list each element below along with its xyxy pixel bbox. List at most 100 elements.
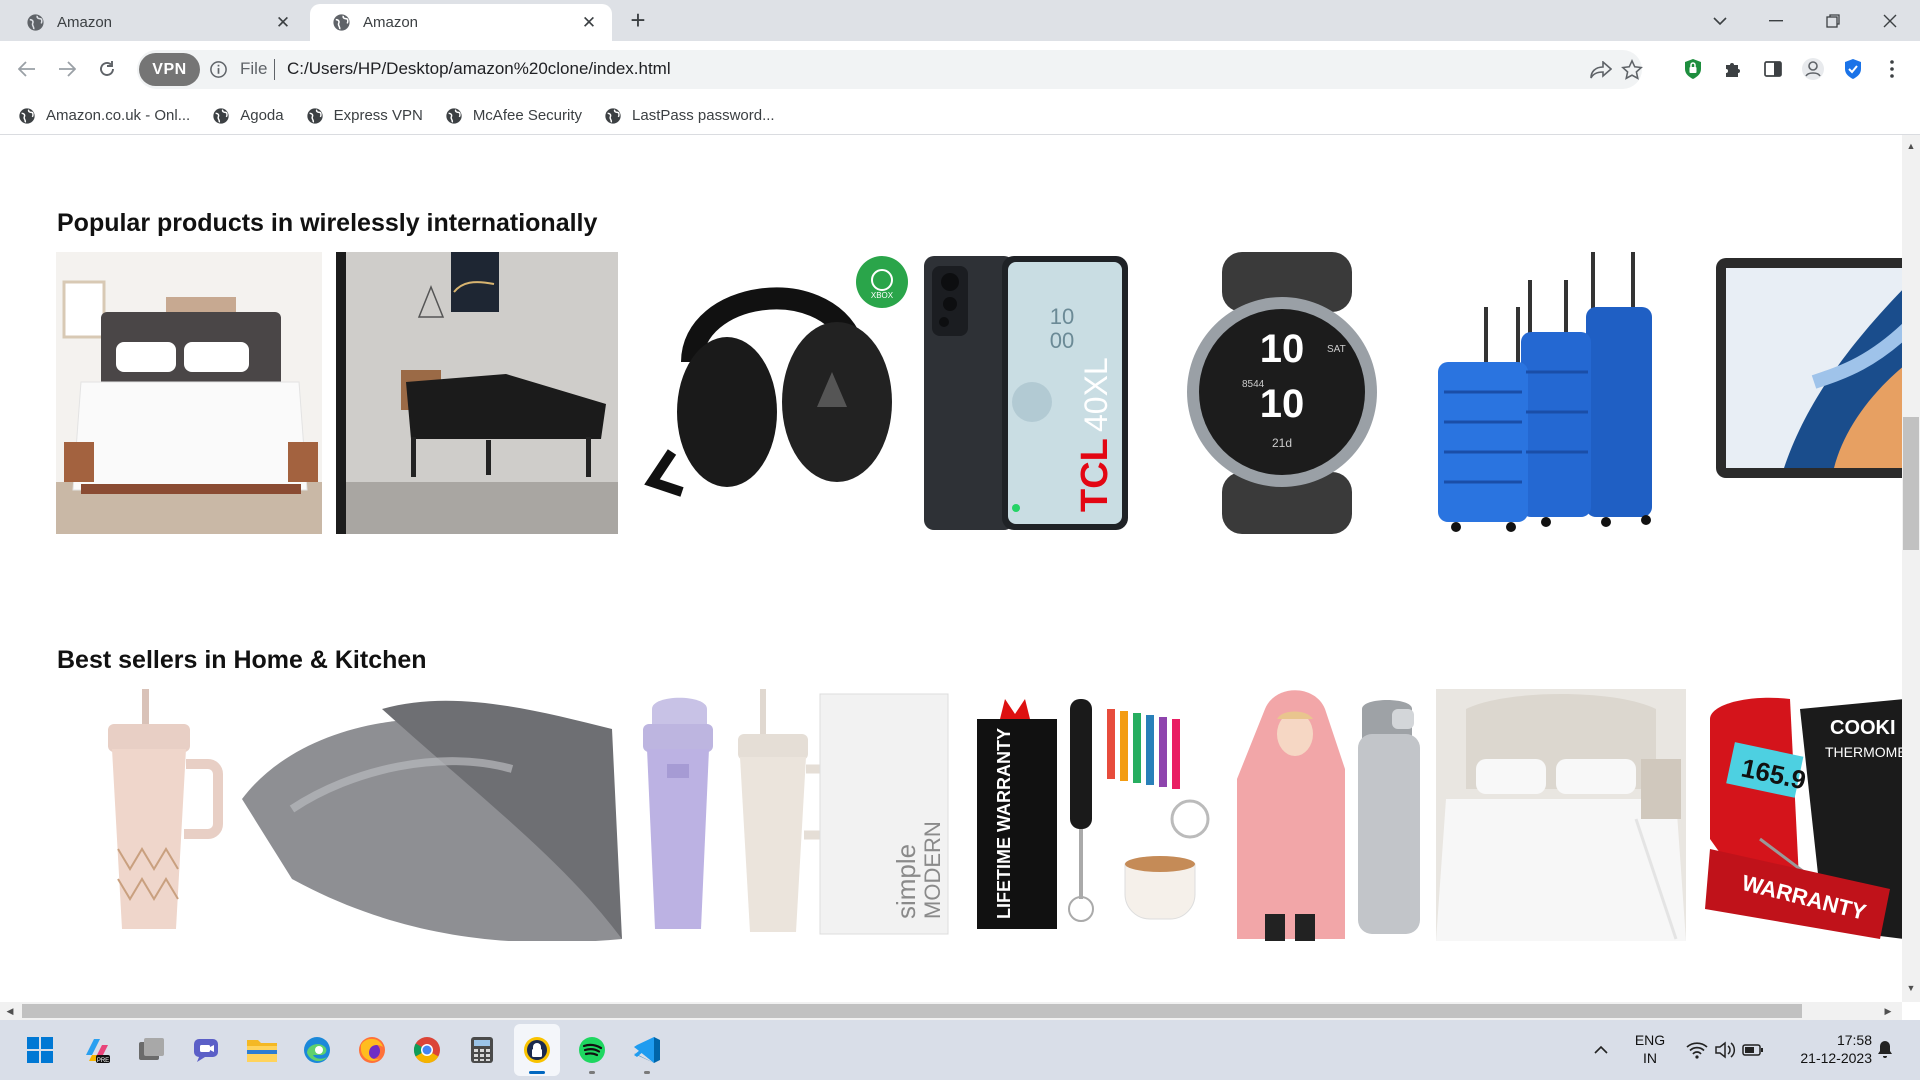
active-app-indicator <box>529 1071 545 1074</box>
product-luggage-set[interactable] <box>1436 252 1706 534</box>
globe-icon <box>213 107 229 124</box>
globe-icon <box>605 107 621 124</box>
product-meat-thermometer[interactable]: COOKI THERMOME 165.9 WARRANTY <box>1700 689 1902 941</box>
product-wearable-blanket[interactable] <box>1235 689 1345 941</box>
svg-text:THERMOME: THERMOME <box>1825 744 1902 760</box>
copilot-icon[interactable]: PRE <box>80 1033 114 1067</box>
scroll-down-arrow-icon[interactable]: ▼ <box>1904 981 1918 995</box>
spotify-icon[interactable] <box>575 1033 609 1067</box>
globe-icon <box>333 14 350 31</box>
chrome-icon[interactable] <box>410 1033 444 1067</box>
vscode-icon[interactable] <box>630 1033 664 1067</box>
product-simple-modern-tumbler[interactable]: simple MODERN <box>730 689 950 941</box>
browser-toolbar: VPN File C:/Users/HP/Desktop/amazon%20cl… <box>0 41 1920 97</box>
bookmark-label: Amazon.co.uk - Onl... <box>46 107 191 124</box>
globe-icon <box>446 107 462 124</box>
show-hidden-icons-chevron-icon[interactable] <box>1584 1033 1618 1067</box>
bookmark-express-vpn[interactable]: Express VPN <box>306 107 423 125</box>
product-milk-frother[interactable]: LIFETIME WARRANTY <box>975 689 1220 941</box>
bookmark-mcafee[interactable]: McAfee Security <box>445 107 582 125</box>
close-tab-icon[interactable]: ✕ <box>580 13 598 32</box>
section-title-popular: Popular products in wirelessly internati… <box>57 209 598 237</box>
globe-icon <box>27 14 44 31</box>
task-view-icon[interactable] <box>135 1033 169 1067</box>
svg-text:8544: 8544 <box>1242 379 1265 390</box>
product-tablet[interactable] <box>1714 252 1902 484</box>
bookmarks-bar: Amazon.co.uk - Onl... Agoda Express VPN … <box>0 97 1920 135</box>
firefox-icon[interactable] <box>355 1033 389 1067</box>
svg-text:00: 00 <box>1050 328 1074 353</box>
tab-amazon-2[interactable]: Amazon ✕ <box>310 4 612 41</box>
vertical-scroll-thumb[interactable] <box>1903 417 1919 550</box>
security-shield-icon[interactable] <box>1840 56 1866 82</box>
svg-text:XBOX: XBOX <box>871 291 894 300</box>
product-adjustable-bed[interactable] <box>336 252 618 534</box>
svg-text:PRE: PRE <box>97 1058 109 1064</box>
language-indicator[interactable]: ENG IN <box>1628 1031 1672 1067</box>
product-stanley-pink[interactable] <box>100 689 224 941</box>
url-separator <box>274 59 275 80</box>
running-app-dot <box>644 1071 650 1074</box>
star-bookmark-icon[interactable] <box>1620 58 1644 82</box>
calculator-icon[interactable] <box>465 1033 499 1067</box>
restore-icon[interactable] <box>1813 0 1853 41</box>
tab-title: Amazon <box>363 14 419 31</box>
tab-amazon-1[interactable]: Amazon ✕ <box>4 4 306 41</box>
tab-title: Amazon <box>57 14 113 31</box>
product-tcl-phone[interactable]: 10 00 TCL 40XL <box>922 252 1130 534</box>
volume-icon <box>1715 1041 1736 1059</box>
product-garmin-watch[interactable]: 10 10 8544 SAT 21d <box>1142 252 1424 534</box>
teams-chat-icon[interactable] <box>190 1033 224 1067</box>
windows-start-icon[interactable] <box>23 1033 57 1067</box>
file-explorer-icon[interactable] <box>245 1033 279 1067</box>
horizontal-scroll-thumb[interactable] <box>22 1004 1802 1018</box>
bookmark-label: McAfee Security <box>472 107 583 124</box>
battery-icon <box>1742 1044 1763 1056</box>
scroll-left-arrow-icon[interactable]: ◀ <box>3 1004 17 1018</box>
product-water-bottle[interactable] <box>1352 689 1424 941</box>
product-satin-pillowcase[interactable] <box>232 689 624 941</box>
svg-text:MODERN: MODERN <box>920 821 945 919</box>
minimize-icon[interactable] <box>1756 0 1796 41</box>
bookmark-label: Express VPN <box>333 107 423 124</box>
product-gaming-headset[interactable]: XBOX <box>632 252 912 534</box>
clock[interactable]: 17:58 21-12-2023 <box>1782 1031 1872 1067</box>
forward-arrow-icon[interactable] <box>51 53 83 85</box>
svg-text:simple: simple <box>891 844 921 919</box>
share-icon[interactable] <box>1589 58 1613 82</box>
bitwarden-icon[interactable] <box>520 1033 554 1067</box>
clock-time: 17:58 <box>1836 1032 1872 1048</box>
info-icon[interactable] <box>209 60 228 79</box>
tab-search-chevron-icon[interactable] <box>1700 0 1740 41</box>
close-window-icon[interactable] <box>1870 0 1910 41</box>
system-tray-group[interactable] <box>1680 1033 1770 1067</box>
svg-text:40XL: 40XL <box>1078 357 1114 432</box>
scroll-right-arrow-icon[interactable]: ▶ <box>1881 1004 1895 1018</box>
tab-strip: Amazon ✕ Amazon ✕ + <box>0 0 1920 41</box>
vertical-scrollbar[interactable] <box>1902 135 1920 1002</box>
side-panel-icon[interactable] <box>1760 56 1786 82</box>
reload-icon[interactable] <box>91 53 123 85</box>
vpn-badge[interactable]: VPN <box>139 53 200 86</box>
notification-bell-icon[interactable] <box>1872 1036 1898 1062</box>
back-arrow-icon[interactable] <box>11 53 43 85</box>
profile-avatar-icon[interactable] <box>1800 56 1826 82</box>
product-stanley-lavender[interactable] <box>637 689 722 941</box>
bookmark-lastpass[interactable]: LastPass password... <box>604 107 775 125</box>
new-tab-button[interactable]: + <box>624 5 652 35</box>
edge-browser-icon[interactable] <box>300 1033 334 1067</box>
adblock-shield-icon[interactable] <box>1680 56 1706 82</box>
url-text[interactable]: C:/Users/HP/Desktop/amazon%20clone/index… <box>287 59 671 79</box>
svg-text:10: 10 <box>1260 382 1305 426</box>
extensions-puzzle-icon[interactable] <box>1720 56 1746 82</box>
globe-icon <box>306 107 323 124</box>
bookmark-agoda[interactable]: Agoda <box>212 107 284 125</box>
address-bar[interactable]: VPN File C:/Users/HP/Desktop/amazon%20cl… <box>137 50 1644 89</box>
bookmark-amazon[interactable]: Amazon.co.uk - Onl... <box>18 107 190 125</box>
product-bed-sheets[interactable] <box>1436 689 1686 941</box>
product-bed-white[interactable] <box>56 252 322 534</box>
wifi-icon <box>1686 1042 1708 1059</box>
menu-kebab-icon[interactable] <box>1879 56 1905 82</box>
close-tab-icon[interactable]: ✕ <box>274 13 292 32</box>
scroll-up-arrow-icon[interactable]: ▲ <box>1904 139 1918 153</box>
